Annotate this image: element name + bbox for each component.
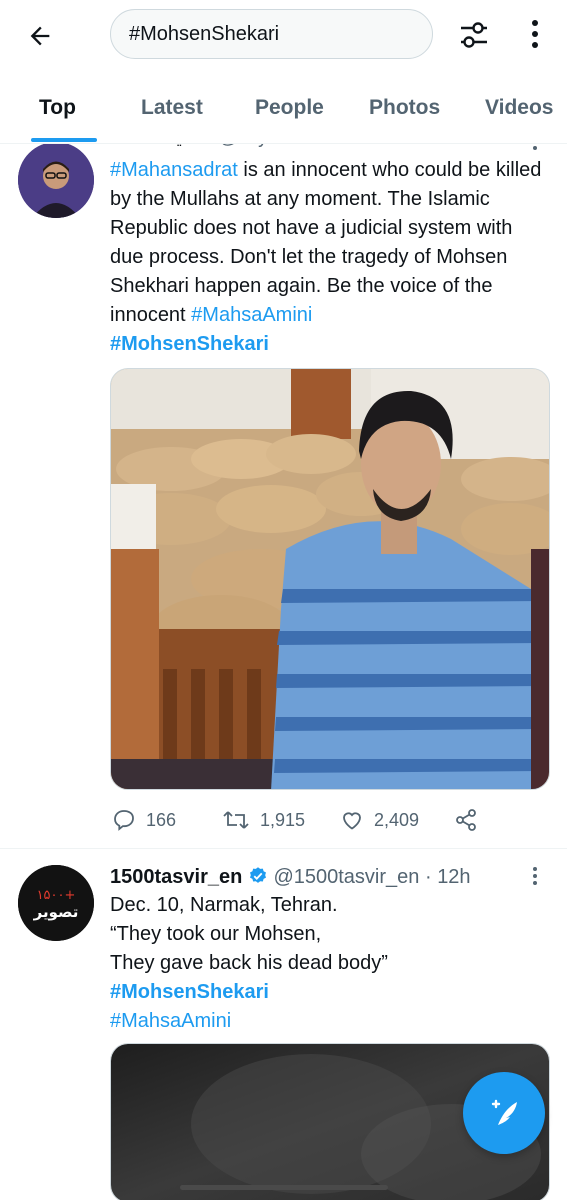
tweet-author-line: 1500tasvir_en @1500tasvir_en · 12h	[110, 866, 471, 888]
tweet-text-line: They gave back his dead body”	[110, 952, 388, 974]
share-button[interactable]	[454, 808, 478, 832]
avatar[interactable]	[18, 142, 94, 218]
tweet-text: Dec. 10, Narmak, Tehran. “They took our …	[110, 891, 550, 1036]
back-arrow-icon[interactable]	[22, 18, 58, 54]
tweet-text-line: Dec. 10, Narmak, Tehran.	[110, 894, 338, 916]
hashtag-link[interactable]: #MahsaAmini	[191, 304, 312, 326]
filter-icon[interactable]	[455, 16, 493, 54]
tweet-time: 12h	[437, 866, 471, 888]
like-button[interactable]: 2,409	[340, 808, 419, 832]
tweet-text: #Mahansadrat is an innocent who could be…	[110, 156, 550, 359]
hashtag-link[interactable]: #MohsenShekari	[110, 978, 550, 1007]
tweet-menu-icon[interactable]	[525, 865, 545, 887]
hashtag-link[interactable]: #MahsaAmini	[110, 1007, 550, 1036]
tab-photos[interactable]: Photos	[369, 96, 440, 120]
verified-badge-icon	[249, 867, 266, 883]
compose-tweet-button[interactable]	[463, 1072, 545, 1154]
tweet-text-body: is an innocent who could be killed by th…	[110, 159, 542, 326]
tweet-text-line: “They took our Mohsen,	[110, 923, 322, 945]
reply-icon	[114, 810, 134, 831]
avatar-logo-text: تصویر	[33, 903, 79, 921]
tweet-actions: 166 1,915 2,409	[110, 802, 510, 838]
retweet-count: 1,915	[260, 809, 306, 830]
avatar[interactable]: ۱۵۰۰+ تصویر	[18, 865, 94, 941]
top-app-bar: #MohsenShekari	[0, 0, 567, 72]
compose-icon	[491, 1099, 517, 1125]
retweet-icon	[223, 811, 249, 829]
like-icon	[343, 812, 361, 830]
tweet-photo[interactable]	[110, 368, 550, 790]
tab-top[interactable]: Top	[39, 96, 76, 120]
like-count: 2,409	[374, 809, 420, 830]
share-icon	[456, 809, 476, 831]
search-input[interactable]: #MohsenShekari	[110, 9, 433, 59]
system-home-indicator	[180, 1185, 388, 1190]
search-tabs: Top Latest People Photos Videos	[0, 72, 567, 144]
active-tab-indicator	[31, 138, 97, 142]
avatar-logo-number: ۱۵۰۰+	[37, 888, 76, 903]
reply-button[interactable]: 166	[112, 808, 176, 832]
tab-videos[interactable]: Videos	[485, 96, 553, 120]
author-handle[interactable]: @1500tasvir_en	[273, 866, 419, 888]
retweet-button[interactable]: 1,915	[222, 808, 305, 832]
hashtag-link[interactable]: #Mahansadrat	[110, 159, 238, 181]
search-query: #MohsenShekari	[129, 22, 280, 45]
hashtag-link[interactable]: #MohsenShekari	[110, 333, 269, 355]
author-display-name[interactable]: 1500tasvir_en	[110, 866, 242, 888]
tab-people[interactable]: People	[255, 96, 324, 120]
tab-latest[interactable]: Latest	[141, 96, 203, 120]
tweet-card[interactable]: سید محمد · @seyedmohammadww · 18h #Mahan…	[0, 130, 567, 850]
reply-count: 166	[146, 809, 177, 830]
more-vertical-icon[interactable]	[520, 14, 550, 54]
